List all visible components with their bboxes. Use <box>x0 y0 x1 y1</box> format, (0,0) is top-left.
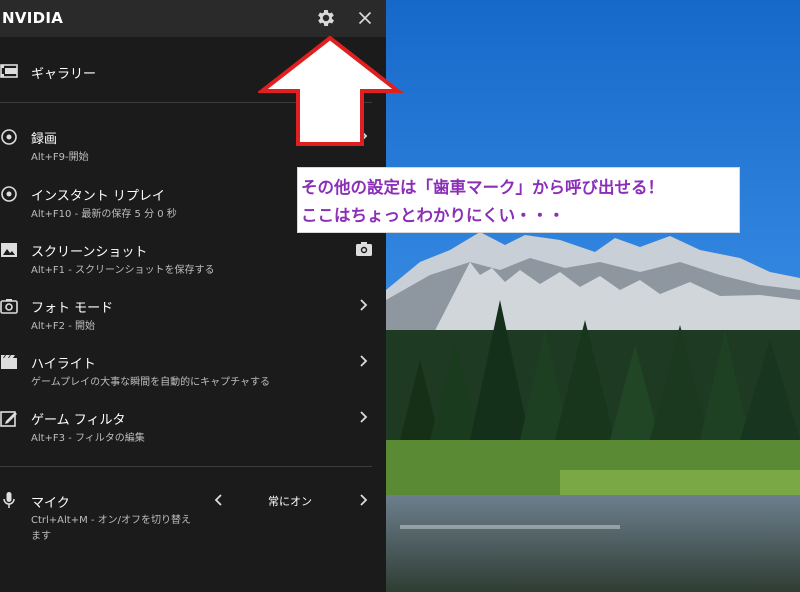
microphone-item[interactable]: マイク Ctrl+Alt+M - オン/オフを切り替え ます 常にオン <box>0 490 386 542</box>
close-icon[interactable] <box>354 7 376 29</box>
highlight-item[interactable]: ハイライト ゲームプレイの大事な瞬間を自動的にキャプチャする <box>0 351 386 391</box>
film-gallery-icon <box>0 64 18 78</box>
microphone-subtitle: Ctrl+Alt+M - オン/オフを切り替え <box>31 515 192 526</box>
highlight-title: ハイライト <box>31 357 96 372</box>
instant-replay-icon <box>1 186 17 202</box>
annotation-line-1: その他の設定は「歯車マーク」から呼び出せる！ <box>301 178 664 197</box>
annotation-note: その他の設定は「歯車マーク」から呼び出せる！ ここはちょっとわかりにくい・・・ <box>297 167 740 233</box>
brand-title: NVIDIA <box>2 9 64 27</box>
photo-mode-icon <box>0 299 18 314</box>
screenshot-subtitle: Alt+F1 - スクリーンショットを保存する <box>31 265 215 276</box>
microphone-mode-value: 常にオン <box>268 495 312 508</box>
photo-mode-title: フォト モード <box>31 301 114 316</box>
divider <box>0 466 372 467</box>
game-filter-icon <box>0 411 17 427</box>
screenshot-icon <box>1 243 17 257</box>
camera-icon[interactable] <box>355 240 373 258</box>
chevron-right-icon[interactable] <box>356 298 370 312</box>
record-icon <box>1 129 17 145</box>
highlight-subtitle: ゲームプレイの大事な瞬間を自動的にキャプチャする <box>31 377 270 388</box>
game-filter-subtitle: Alt+F3 - フィルタの編集 <box>31 433 145 444</box>
record-title: 録画 <box>31 132 58 147</box>
photo-mode-subtitle: Alt+F2 - 開始 <box>31 321 95 332</box>
photo-mode-item[interactable]: フォト モード Alt+F2 - 開始 <box>0 295 386 335</box>
chevron-right-icon[interactable] <box>356 410 370 424</box>
annotation-line-2: ここはちょっとわかりにくい・・・ <box>301 206 565 225</box>
game-filter-item[interactable]: ゲーム フィルタ Alt+F3 - フィルタの編集 <box>0 407 386 447</box>
chevron-right-icon[interactable] <box>356 354 370 368</box>
chevron-right-icon[interactable] <box>356 493 370 507</box>
record-subtitle: Alt+F9-開始 <box>31 152 89 163</box>
instant-replay-title: インスタント リプレイ <box>31 189 165 204</box>
gear-icon[interactable] <box>315 7 337 29</box>
game-filter-title: ゲーム フィルタ <box>31 413 126 428</box>
screenshot-item[interactable]: スクリーンショット Alt+F1 - スクリーンショットを保存する <box>0 239 386 279</box>
microphone-icon <box>3 492 15 508</box>
gallery-label: ギャラリー <box>31 67 97 82</box>
screenshot-title: スクリーンショット <box>31 245 148 260</box>
panel-header: NVIDIA <box>0 0 386 37</box>
instant-replay-subtitle: Alt+F10 - 最新の保存 5 分 0 秒 <box>31 209 177 220</box>
chevron-left-icon[interactable] <box>212 493 226 507</box>
annotation-arrow <box>258 36 403 146</box>
microphone-subtitle-cont: ます <box>31 531 51 542</box>
highlight-icon <box>1 355 17 369</box>
microphone-title: マイク <box>31 496 70 511</box>
